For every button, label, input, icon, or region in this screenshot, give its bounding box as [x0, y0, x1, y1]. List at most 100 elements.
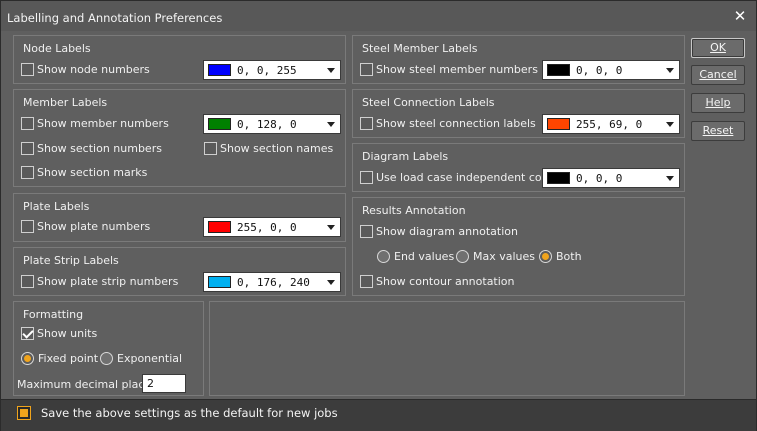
fixed-point-label: Fixed point: [38, 352, 99, 365]
dropdown-arrow-icon: [666, 176, 674, 181]
color-swatch: [208, 64, 231, 76]
radio-circle[interactable]: [21, 352, 34, 365]
footer-bar: Save the above settings as the default f…: [1, 399, 756, 431]
show-member-numbers-label: Show member numbers: [37, 117, 169, 130]
show-units-checkbox[interactable]: Show units: [21, 327, 97, 340]
radio-circle[interactable]: [377, 250, 390, 263]
plate-labels-group: Plate Labels Show plate numbers 255, 0, …: [13, 193, 346, 242]
steel-connection-labels-title: Steel Connection Labels: [362, 96, 495, 109]
show-section-names-checkbox[interactable]: Show section names: [204, 142, 333, 155]
checkbox-box[interactable]: [21, 63, 34, 76]
node-color-value: 0, 0, 255: [237, 63, 297, 77]
color-swatch: [208, 276, 231, 288]
steel-member-labels-group: Steel Member Labels Show steel member nu…: [352, 35, 685, 84]
max-decimal-input[interactable]: 2: [142, 374, 186, 393]
max-values-radio[interactable]: Max values: [456, 250, 535, 263]
color-swatch: [208, 118, 231, 130]
node-labels-title: Node Labels: [23, 42, 91, 55]
results-annotation-title: Results Annotation: [362, 204, 466, 217]
plate-color-value: 255, 0, 0: [237, 220, 297, 234]
show-steel-member-numbers-checkbox[interactable]: Show steel member numbers: [360, 63, 538, 76]
diagram-labels-group: Diagram Labels Use load case independent…: [352, 143, 685, 192]
checkbox-box[interactable]: [360, 117, 373, 130]
steel-member-color-value: 0, 0, 0: [576, 63, 623, 77]
node-color-dropdown[interactable]: 0, 0, 255: [203, 60, 341, 80]
save-default-checkbox[interactable]: [17, 406, 31, 420]
checkbox-box[interactable]: [21, 117, 34, 130]
show-member-numbers-checkbox[interactable]: Show member numbers: [21, 117, 169, 130]
cancel-button[interactable]: Cancel: [691, 65, 745, 85]
member-labels-title: Member Labels: [23, 96, 108, 109]
help-button[interactable]: Help: [691, 93, 745, 113]
steel-connection-color-dropdown[interactable]: 255, 69, 0: [542, 114, 680, 134]
both-radio[interactable]: Both: [539, 250, 582, 263]
plate-strip-color-value: 0, 176, 240: [237, 275, 310, 289]
show-plate-strip-numbers-label: Show plate strip numbers: [37, 275, 179, 288]
color-swatch: [547, 172, 570, 184]
exponential-label: Exponential: [117, 352, 183, 365]
show-diagram-annotation-label: Show diagram annotation: [376, 225, 518, 238]
empty-panel: [209, 301, 685, 396]
close-icon[interactable]: ✕: [732, 8, 748, 24]
show-section-numbers-label: Show section numbers: [37, 142, 162, 155]
use-load-case-independent-color-label: Use load case independent color: [376, 171, 556, 184]
max-values-label: Max values: [473, 250, 536, 263]
plate-labels-title: Plate Labels: [23, 200, 90, 213]
checkbox-box[interactable]: [21, 166, 34, 179]
show-contour-annotation-checkbox[interactable]: Show contour annotation: [360, 275, 515, 288]
show-units-label: Show units: [37, 327, 98, 340]
diagram-labels-title: Diagram Labels: [362, 150, 449, 163]
radio-circle[interactable]: [539, 250, 552, 263]
checkbox-box[interactable]: [21, 142, 34, 155]
steel-connection-labels-group: Steel Connection Labels Show steel conne…: [352, 89, 685, 138]
max-decimal-label: Maximum decimal places:: [17, 378, 161, 391]
show-section-names-label: Show section names: [220, 142, 334, 155]
checkbox-box[interactable]: [360, 171, 373, 184]
dropdown-arrow-icon: [327, 122, 335, 127]
radio-circle[interactable]: [456, 250, 469, 263]
checkbox-box[interactable]: [360, 225, 373, 238]
save-default-label: Save the above settings as the default f…: [41, 406, 338, 420]
fixed-point-radio[interactable]: Fixed point: [21, 352, 98, 365]
show-steel-connection-labels-label: Show steel connection labels: [376, 117, 536, 130]
ok-button[interactable]: OK: [691, 38, 745, 58]
formatting-title: Formatting: [23, 308, 84, 321]
checkbox-box[interactable]: [21, 220, 34, 233]
end-values-radio[interactable]: End values: [377, 250, 454, 263]
plate-color-dropdown[interactable]: 255, 0, 0: [203, 217, 341, 237]
checkbox-box[interactable]: [21, 275, 34, 288]
window-title: Labelling and Annotation Preferences: [7, 11, 223, 25]
plate-strip-color-dropdown[interactable]: 0, 176, 240: [203, 272, 341, 292]
dropdown-arrow-icon: [666, 68, 674, 73]
show-steel-member-numbers-label: Show steel member numbers: [376, 63, 538, 76]
dropdown-arrow-icon: [666, 122, 674, 127]
results-annotation-group: Results Annotation Show diagram annotati…: [352, 197, 685, 296]
checkbox-box[interactable]: [21, 327, 34, 340]
show-plate-strip-numbers-checkbox[interactable]: Show plate strip numbers: [21, 275, 178, 288]
plate-strip-labels-title: Plate Strip Labels: [23, 254, 119, 267]
show-node-numbers-checkbox[interactable]: Show node numbers: [21, 63, 150, 76]
checkbox-box[interactable]: [204, 142, 217, 155]
member-color-value: 0, 128, 0: [237, 117, 297, 131]
show-section-marks-checkbox[interactable]: Show section marks: [21, 166, 147, 179]
diagram-color-dropdown[interactable]: 0, 0, 0: [542, 168, 680, 188]
dropdown-arrow-icon: [327, 68, 335, 73]
steel-member-color-dropdown[interactable]: 0, 0, 0: [542, 60, 680, 80]
color-swatch: [547, 118, 570, 130]
use-load-case-independent-color-checkbox[interactable]: Use load case independent color: [360, 171, 556, 184]
exponential-radio[interactable]: Exponential: [100, 352, 182, 365]
show-diagram-annotation-checkbox[interactable]: Show diagram annotation: [360, 225, 518, 238]
plate-strip-labels-group: Plate Strip Labels Show plate strip numb…: [13, 247, 346, 296]
show-plate-numbers-checkbox[interactable]: Show plate numbers: [21, 220, 150, 233]
radio-circle[interactable]: [100, 352, 113, 365]
checkbox-box[interactable]: [360, 63, 373, 76]
member-color-dropdown[interactable]: 0, 128, 0: [203, 114, 341, 134]
reset-button[interactable]: Reset: [691, 121, 745, 141]
steel-member-labels-title: Steel Member Labels: [362, 42, 478, 55]
checkbox-box[interactable]: [360, 275, 373, 288]
end-values-label: End values: [394, 250, 455, 263]
both-label: Both: [556, 250, 582, 263]
diagram-color-value: 0, 0, 0: [576, 171, 623, 185]
show-section-numbers-checkbox[interactable]: Show section numbers: [21, 142, 162, 155]
show-steel-connection-labels-checkbox[interactable]: Show steel connection labels: [360, 117, 536, 130]
